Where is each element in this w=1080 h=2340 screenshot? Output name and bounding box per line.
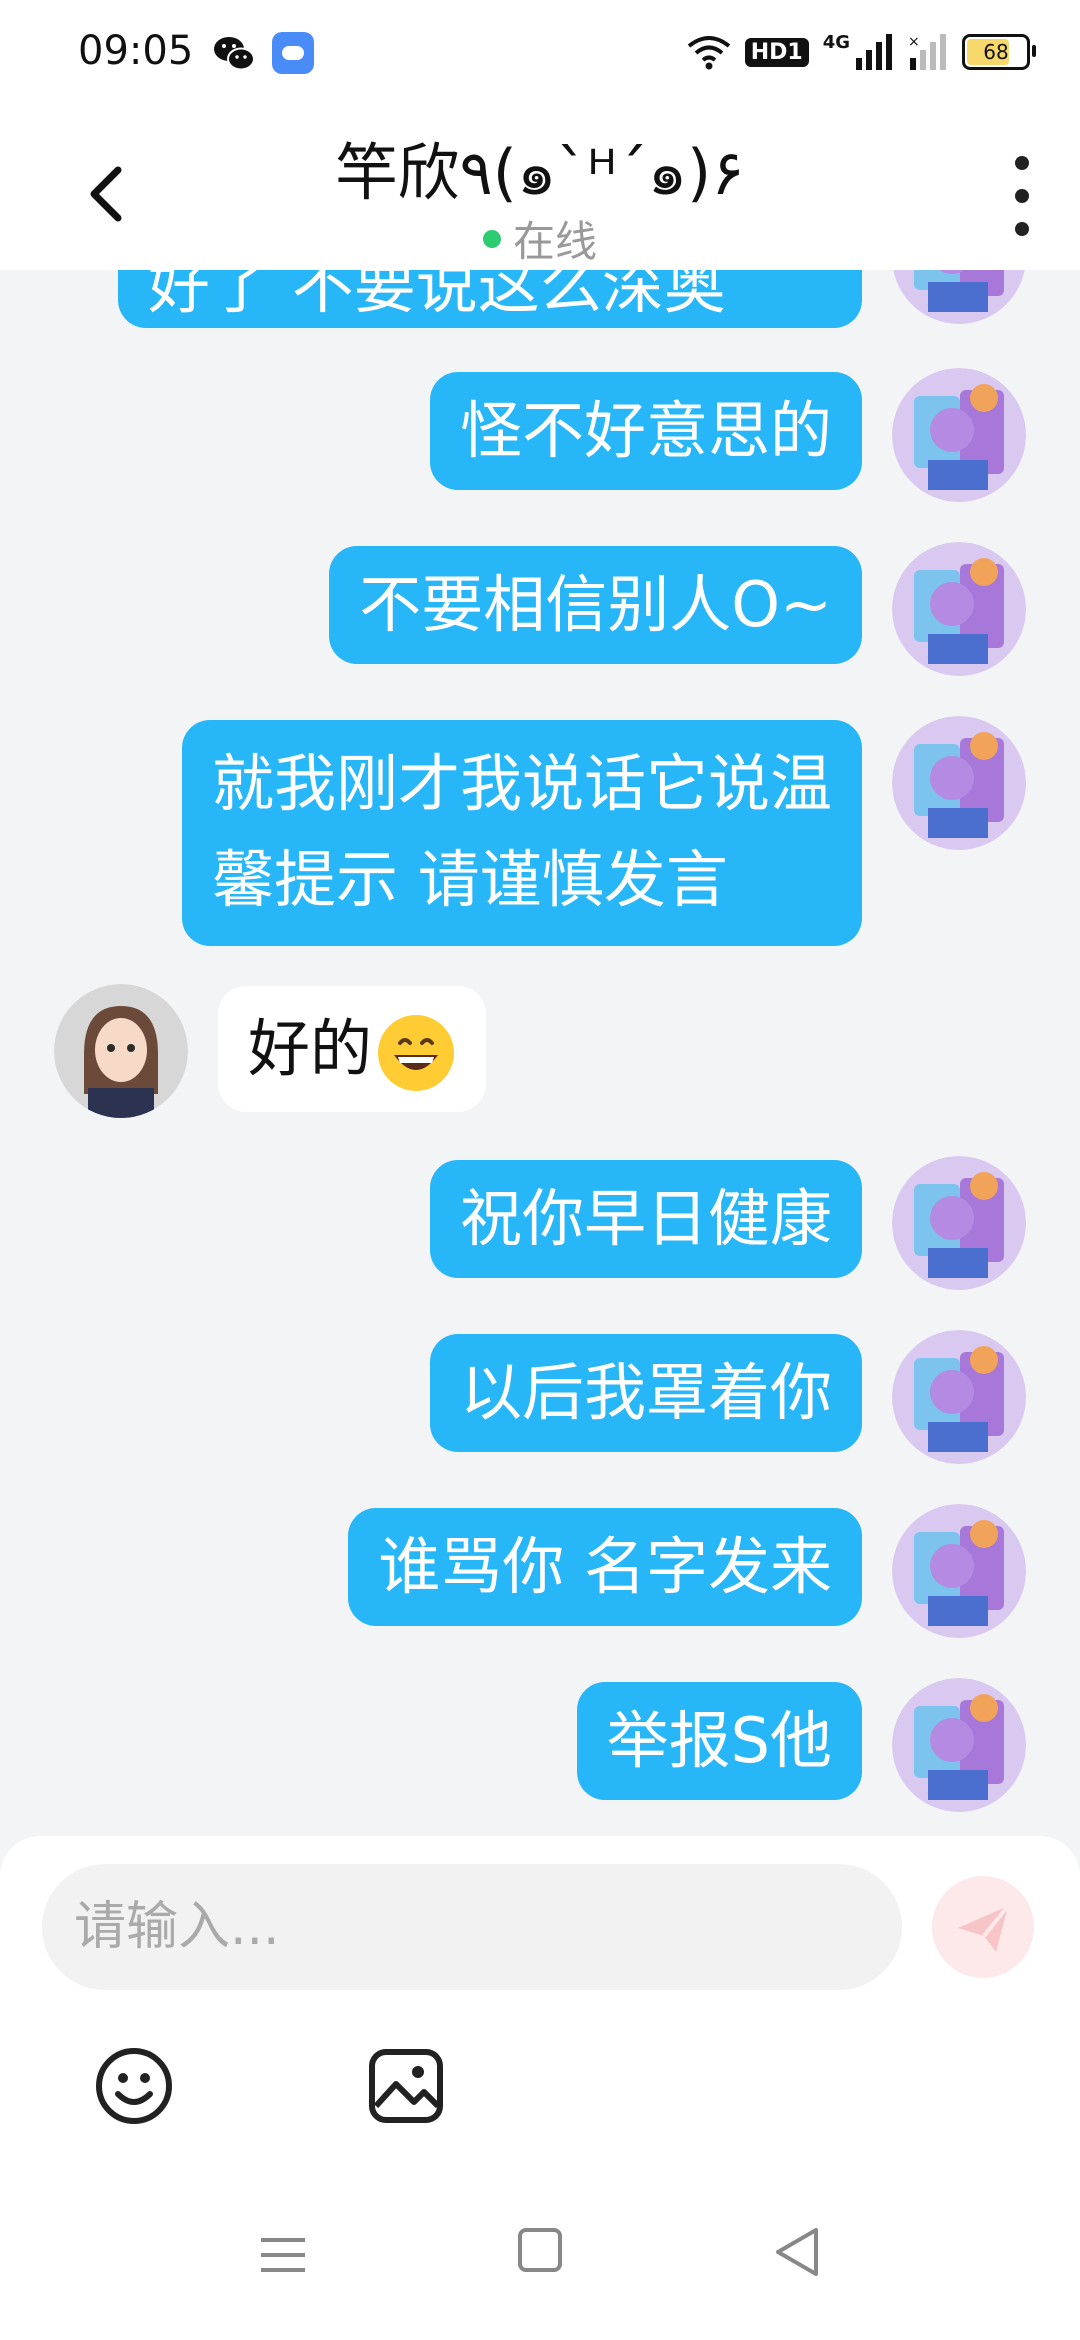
message-text: 谁骂你 名字发来	[378, 1530, 832, 1603]
message-bubble[interactable]: 举报S他	[576, 1682, 862, 1800]
presence-status: 在线	[0, 208, 1080, 269]
wifi-icon	[687, 36, 730, 70]
self-avatar[interactable]	[892, 368, 1026, 502]
more-dot-icon	[1015, 189, 1029, 203]
status-bar: 09:05 HD1 4G × 68	[0, 0, 1080, 104]
message-bubble[interactable]: 祝你早日健康	[429, 1160, 862, 1278]
message-text: 好的	[248, 1012, 373, 1085]
self-avatar[interactable]	[892, 1156, 1026, 1290]
message-text: 以后我罩着你	[459, 1356, 832, 1429]
signal-icon	[856, 34, 892, 70]
system-back-button[interactable]	[772, 2226, 822, 2278]
app-notification-icon	[272, 32, 314, 74]
message-text: 怪不好意思的	[459, 394, 832, 467]
message-bubble[interactable]: 以后我罩着你	[429, 1334, 862, 1452]
contact-name: 竿欣٩(๑`ᴴ´๑)۶	[335, 136, 745, 209]
self-avatar[interactable]	[892, 270, 1026, 324]
self-avatar[interactable]	[892, 1678, 1026, 1812]
wechat-icon	[214, 37, 255, 71]
hd-badge: HD1	[744, 37, 809, 67]
message-bubble[interactable]: 怪不好意思的	[429, 372, 862, 490]
more-options-button[interactable]	[1002, 156, 1042, 236]
message-text: 祝你早日健康	[459, 1182, 832, 1255]
message-text-line: 就我刚才我说话它说温	[211, 747, 832, 820]
status-indicators: HD1 4G × 68	[687, 28, 1036, 76]
message-bubble[interactable]: 好的	[218, 986, 487, 1112]
self-avatar[interactable]	[892, 1330, 1026, 1464]
message-text: 好了 不要说这么深奥	[148, 270, 726, 322]
message-bubble[interactable]: 不要相信别人O~	[329, 546, 862, 664]
message-text-line: 馨提示 请谨慎发言	[211, 843, 728, 916]
chat-header: 竿欣٩(๑`ᴴ´๑)۶ 在线	[0, 104, 1080, 270]
home-button[interactable]	[518, 2228, 562, 2272]
system-nav-bar	[0, 2200, 1080, 2340]
signal-weak-icon: ×	[908, 34, 946, 70]
status-time: 09:05	[78, 28, 194, 74]
presence-text: 在线	[512, 217, 597, 266]
svg-text:×: ×	[908, 34, 920, 50]
self-avatar[interactable]	[892, 542, 1026, 676]
battery-icon: 68	[962, 34, 1036, 70]
more-dot-icon	[1015, 156, 1029, 170]
network-type-label: 4G	[822, 32, 850, 53]
battery-level: 68	[983, 40, 1009, 64]
grinning-face-icon	[378, 1014, 455, 1091]
message-bubble[interactable]: 就我刚才我说话它说温 馨提示 请谨慎发言	[181, 720, 862, 946]
self-avatar[interactable]	[892, 1504, 1026, 1638]
message-text: 不要相信别人O~	[359, 568, 832, 641]
message-input[interactable]	[42, 1864, 902, 1990]
contact-avatar[interactable]	[54, 984, 188, 1118]
recent-apps-button[interactable]	[258, 2230, 308, 2280]
image-button[interactable]	[366, 2046, 446, 2126]
online-dot-icon	[482, 229, 501, 248]
emoji-button[interactable]	[94, 2046, 174, 2126]
send-button[interactable]	[932, 1876, 1034, 1978]
message-bubble[interactable]: 好了 不要说这么深奥	[118, 270, 862, 328]
self-avatar[interactable]	[892, 716, 1026, 850]
message-list[interactable]: 好了 不要说这么深奥 怪不好意思的 不要相信别人O~ 就我刚才我说话它说温 馨提…	[0, 270, 1080, 1840]
more-dot-icon	[1015, 222, 1029, 236]
message-text: 举报S他	[606, 1704, 832, 1777]
message-bubble[interactable]: 谁骂你 名字发来	[348, 1508, 862, 1626]
